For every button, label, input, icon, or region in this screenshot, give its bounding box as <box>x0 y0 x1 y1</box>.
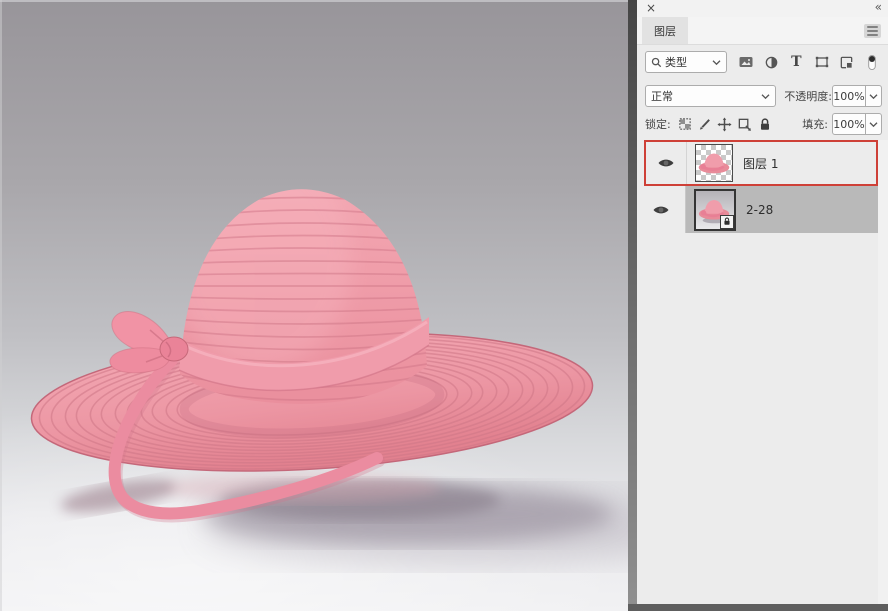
layer1-thumbnail[interactable] <box>695 144 733 182</box>
fill-label: 填充: <box>802 116 828 132</box>
layer228-thumbnail[interactable] <box>694 189 736 231</box>
pixel-layer-filter-icon[interactable] <box>736 52 756 72</box>
opacity-label: 不透明度: <box>784 88 832 104</box>
type-layer-filter-icon[interactable]: T <box>786 52 806 72</box>
layer1-name[interactable]: 图层 1 <box>743 155 778 172</box>
search-icon <box>651 57 662 68</box>
adjustment-layer-filter-icon[interactable] <box>761 52 781 72</box>
panel-collapse-icon[interactable]: « <box>875 0 882 14</box>
layer-filter-row: 类型 T <box>645 50 882 74</box>
lock-all-icon[interactable] <box>755 114 775 134</box>
tab-layers[interactable]: 图层 <box>642 17 688 44</box>
layers-panel: × « 图层 类型 <box>637 0 888 611</box>
fill-value-field[interactable]: 100% <box>832 113 866 135</box>
layer-row-228[interactable]: 2-28 <box>637 186 878 233</box>
lock-image-pixels-icon[interactable] <box>695 114 715 134</box>
blend-mode-row: 正常 不透明度: 100% <box>645 84 882 108</box>
filter-type-select[interactable]: 类型 <box>645 51 727 73</box>
lock-transparent-pixels-icon[interactable] <box>675 114 695 134</box>
fill-dropdown-button[interactable] <box>866 113 882 135</box>
smart-object-filter-icon[interactable] <box>837 52 857 72</box>
panel-header-strip: × « <box>637 0 888 17</box>
opacity-dropdown-button[interactable] <box>866 85 882 107</box>
visibility-toggle[interactable] <box>646 142 687 184</box>
panel-scroll-gutter[interactable] <box>878 140 888 604</box>
blend-mode-value: 正常 <box>651 88 761 104</box>
blend-mode-select[interactable]: 正常 <box>645 85 776 107</box>
eye-icon <box>652 204 670 216</box>
lock-label: 锁定: <box>645 116 671 132</box>
shape-layer-filter-icon[interactable] <box>812 52 832 72</box>
photoshop-workspace: × « 图层 类型 <box>0 0 888 611</box>
eye-icon <box>657 157 675 169</box>
layer-lock-badge <box>720 215 734 229</box>
layer228-name[interactable]: 2-28 <box>746 203 773 217</box>
filter-icons-group: T <box>736 52 882 72</box>
panel-dock-divider[interactable] <box>628 0 637 611</box>
hat-photo-illustration <box>0 0 628 611</box>
panel-bottom-edge <box>628 604 888 611</box>
chevron-down-icon <box>869 93 878 100</box>
chevron-down-icon <box>761 93 770 100</box>
filter-type-label: 类型 <box>665 54 712 70</box>
panel-tab-bar: 图层 <box>637 17 888 45</box>
panel-close-icon[interactable]: × <box>646 1 656 15</box>
opacity-value-field[interactable]: 100% <box>832 85 866 107</box>
chevron-down-icon <box>869 121 878 128</box>
panel-menu-icon[interactable] <box>864 24 881 38</box>
mini-hat-thumbnail <box>696 145 732 181</box>
visibility-toggle[interactable] <box>637 186 686 233</box>
lock-position-icon[interactable] <box>715 114 735 134</box>
layer-row-layer1[interactable]: 图层 1 <box>644 140 878 186</box>
lock-artboard-nesting-icon[interactable] <box>735 114 755 134</box>
chevron-down-icon <box>712 59 721 66</box>
canvas-image[interactable] <box>0 0 628 611</box>
lock-icon <box>723 217 731 226</box>
filter-toggle-icon[interactable] <box>862 52 882 72</box>
selected-layer-highlight: 2-28 <box>686 186 878 233</box>
lock-row: 锁定: 填充: 100% <box>645 113 882 135</box>
